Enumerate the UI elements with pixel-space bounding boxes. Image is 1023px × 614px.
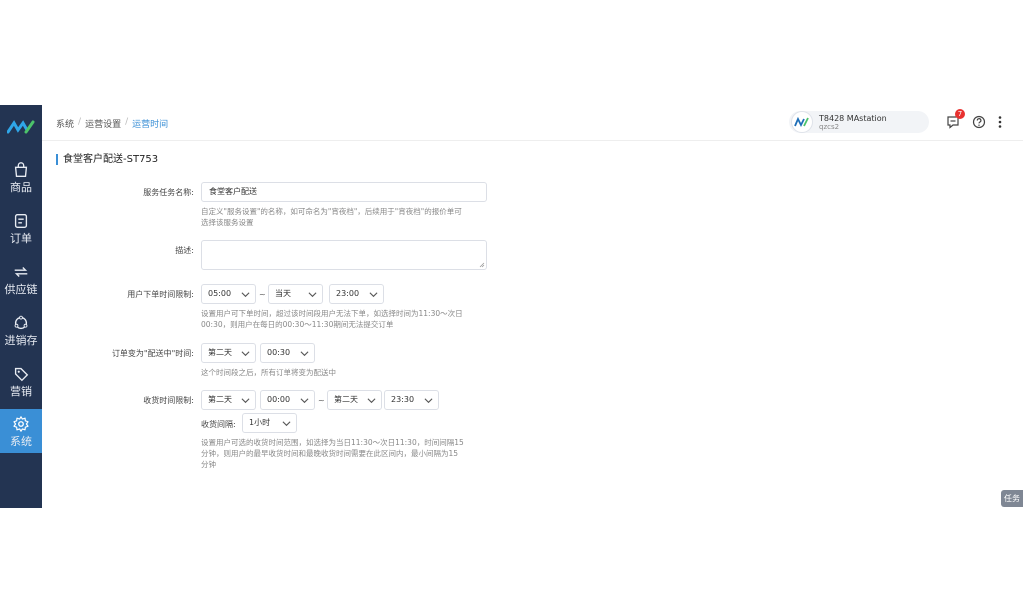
chevron-down-icon <box>241 351 250 357</box>
tag-icon <box>14 367 29 381</box>
nav-label: 营销 <box>10 384 32 398</box>
range-separator: ~ <box>318 396 325 405</box>
nav-item-system[interactable]: 系统 <box>0 409 42 453</box>
store-account: qzcs2 <box>819 123 840 131</box>
select-value: 05:00 <box>208 289 232 298</box>
nav-item-orders[interactable]: 订单 <box>0 206 42 250</box>
receive-interval-label: 收货间隔: <box>201 420 236 429</box>
message-button[interactable]: 7 <box>945 109 965 130</box>
select-value: 第二天 <box>208 395 232 404</box>
receive-start-time-select[interactable]: 00:00 <box>260 390 315 410</box>
select-value: 1小时 <box>249 418 271 427</box>
help-line: 选择该服务设置 <box>201 218 254 227</box>
help-line: 00:30，则用户在每日的00:30～11:30期间无法提交订单 <box>201 320 394 329</box>
gear-icon <box>13 415 29 432</box>
service-name-help: 自定义"服务设置"的名称，如可命名为"宵夜档"，后续用于"宵夜档"的报价单可 选… <box>201 206 462 228</box>
nav-item-supply-chain[interactable]: 供应链 <box>0 257 42 301</box>
breadcrumb: 系统 / 运营设置 / 运营时间 <box>56 117 168 130</box>
help-line: 设置用户可下单时间，超过该时间段用户无法下单，如选择时间为11:30～次日 <box>201 309 463 318</box>
sidebar: 商品 订单 供应链 进销存 营销 系统 <box>0 105 42 508</box>
breadcrumb-current: 运营时间 <box>132 120 169 130</box>
supply-chain-icon <box>14 266 28 277</box>
chevron-down-icon <box>424 398 433 404</box>
chevron-down-icon <box>300 398 309 404</box>
top-header: 系统 / 运营设置 / 运营时间 T8428 MAstation qzcs2 7 <box>42 105 1023 141</box>
receive-end-time-select[interactable]: 23:30 <box>384 390 439 410</box>
store-name: T8428 MAstation <box>819 114 887 123</box>
nav-label: 商品 <box>10 180 32 194</box>
task-button[interactable]: 任务 <box>1001 490 1023 507</box>
receive-time-label: 收货时间限制: <box>143 396 194 405</box>
nav-label: 订单 <box>10 231 32 245</box>
select-value: 第二天 <box>334 395 358 404</box>
chevron-down-icon <box>367 398 376 404</box>
nav-label: 供应链 <box>4 282 38 296</box>
chevron-down-icon <box>241 292 250 298</box>
select-value: 23:00 <box>336 289 360 298</box>
app-window: 商品 订单 供应链 进销存 营销 系统 系统 / 运营设置 / 运营时间 T84… <box>0 105 1023 508</box>
nav-label: 系统 <box>10 434 32 448</box>
breadcrumb-separator: / <box>125 117 129 127</box>
help-line: 分钟，则用户的最早收货时间和最晚收货时间需要在此区间内，最小间隔为15 <box>201 449 459 458</box>
delivery-status-help: 这个时间段之后，所有订单将变为配送中 <box>201 368 336 377</box>
chevron-down-icon <box>308 292 317 298</box>
select-value: 当天 <box>275 289 291 298</box>
chevron-down-icon <box>300 351 309 357</box>
select-value: 00:30 <box>267 348 291 357</box>
select-value: 第二天 <box>208 348 232 357</box>
order-icon <box>14 213 28 228</box>
receive-interval-select[interactable]: 1小时 <box>242 413 297 433</box>
page-title: 食堂客户配送-ST753 <box>56 154 158 165</box>
help-line: 分钟 <box>201 460 216 469</box>
delivery-status-label: 订单变为"配送中"时间: <box>111 349 194 358</box>
order-end-time-select[interactable]: 23:00 <box>329 284 384 304</box>
chevron-down-icon <box>369 292 378 298</box>
chevron-down-icon <box>282 421 291 427</box>
breadcrumb-separator: / <box>78 117 82 127</box>
store-switcher[interactable]: T8428 MAstation qzcs2 <box>789 111 929 133</box>
nav-item-goods[interactable]: 商品 <box>0 155 42 199</box>
store-logo-icon <box>794 117 809 127</box>
delivery-day-select[interactable]: 第二天 <box>201 343 256 363</box>
nav-item-marketing[interactable]: 营销 <box>0 359 42 403</box>
help-button[interactable] <box>971 114 987 130</box>
service-name-input[interactable]: 食堂客户配送 <box>201 182 487 202</box>
select-value: 00:00 <box>267 395 291 404</box>
receive-end-day-select[interactable]: 第二天 <box>327 390 382 410</box>
resize-handle-icon[interactable] <box>479 262 485 268</box>
delivery-time-select[interactable]: 00:30 <box>260 343 315 363</box>
help-line: 设置用户可选的收货时间范围，如选择为当日11:30～次日11:30，时间间隔15 <box>201 438 464 447</box>
logo-icon <box>7 120 35 134</box>
message-count-badge: 7 <box>955 109 965 119</box>
chevron-down-icon <box>241 398 250 404</box>
order-start-time-select[interactable]: 05:00 <box>201 284 256 304</box>
receive-time-help: 设置用户可选的收货时间范围，如选择为当日11:30～次日11:30，时间间隔15… <box>201 437 464 470</box>
select-value: 23:30 <box>391 395 415 404</box>
help-icon <box>972 115 986 129</box>
description-textarea[interactable] <box>201 240 487 270</box>
inventory-icon <box>14 315 28 329</box>
nav-label: 进销存 <box>4 333 38 347</box>
range-separator: ~ <box>259 290 266 299</box>
more-button[interactable] <box>992 114 1008 130</box>
help-line: 自定义"服务设置"的名称，如可命名为"宵夜档"，后续用于"宵夜档"的报价单可 <box>201 207 462 216</box>
logo[interactable] <box>0 105 42 149</box>
shopping-bag-icon <box>14 161 28 177</box>
breadcrumb-item[interactable]: 系统 <box>56 117 74 130</box>
receive-start-day-select[interactable]: 第二天 <box>201 390 256 410</box>
more-icon <box>998 116 1002 128</box>
order-end-day-select[interactable]: 当天 <box>268 284 323 304</box>
service-name-label: 服务任务名称: <box>143 188 194 197</box>
breadcrumb-item[interactable]: 运营设置 <box>85 117 121 130</box>
order-time-label: 用户下单时间限制: <box>127 290 194 299</box>
order-time-help: 设置用户可下单时间，超过该时间段用户无法下单，如选择时间为11:30～次日 00… <box>201 308 463 330</box>
nav-item-inventory[interactable]: 进销存 <box>0 308 42 352</box>
store-logo <box>791 111 813 133</box>
description-label: 描述: <box>175 246 194 255</box>
